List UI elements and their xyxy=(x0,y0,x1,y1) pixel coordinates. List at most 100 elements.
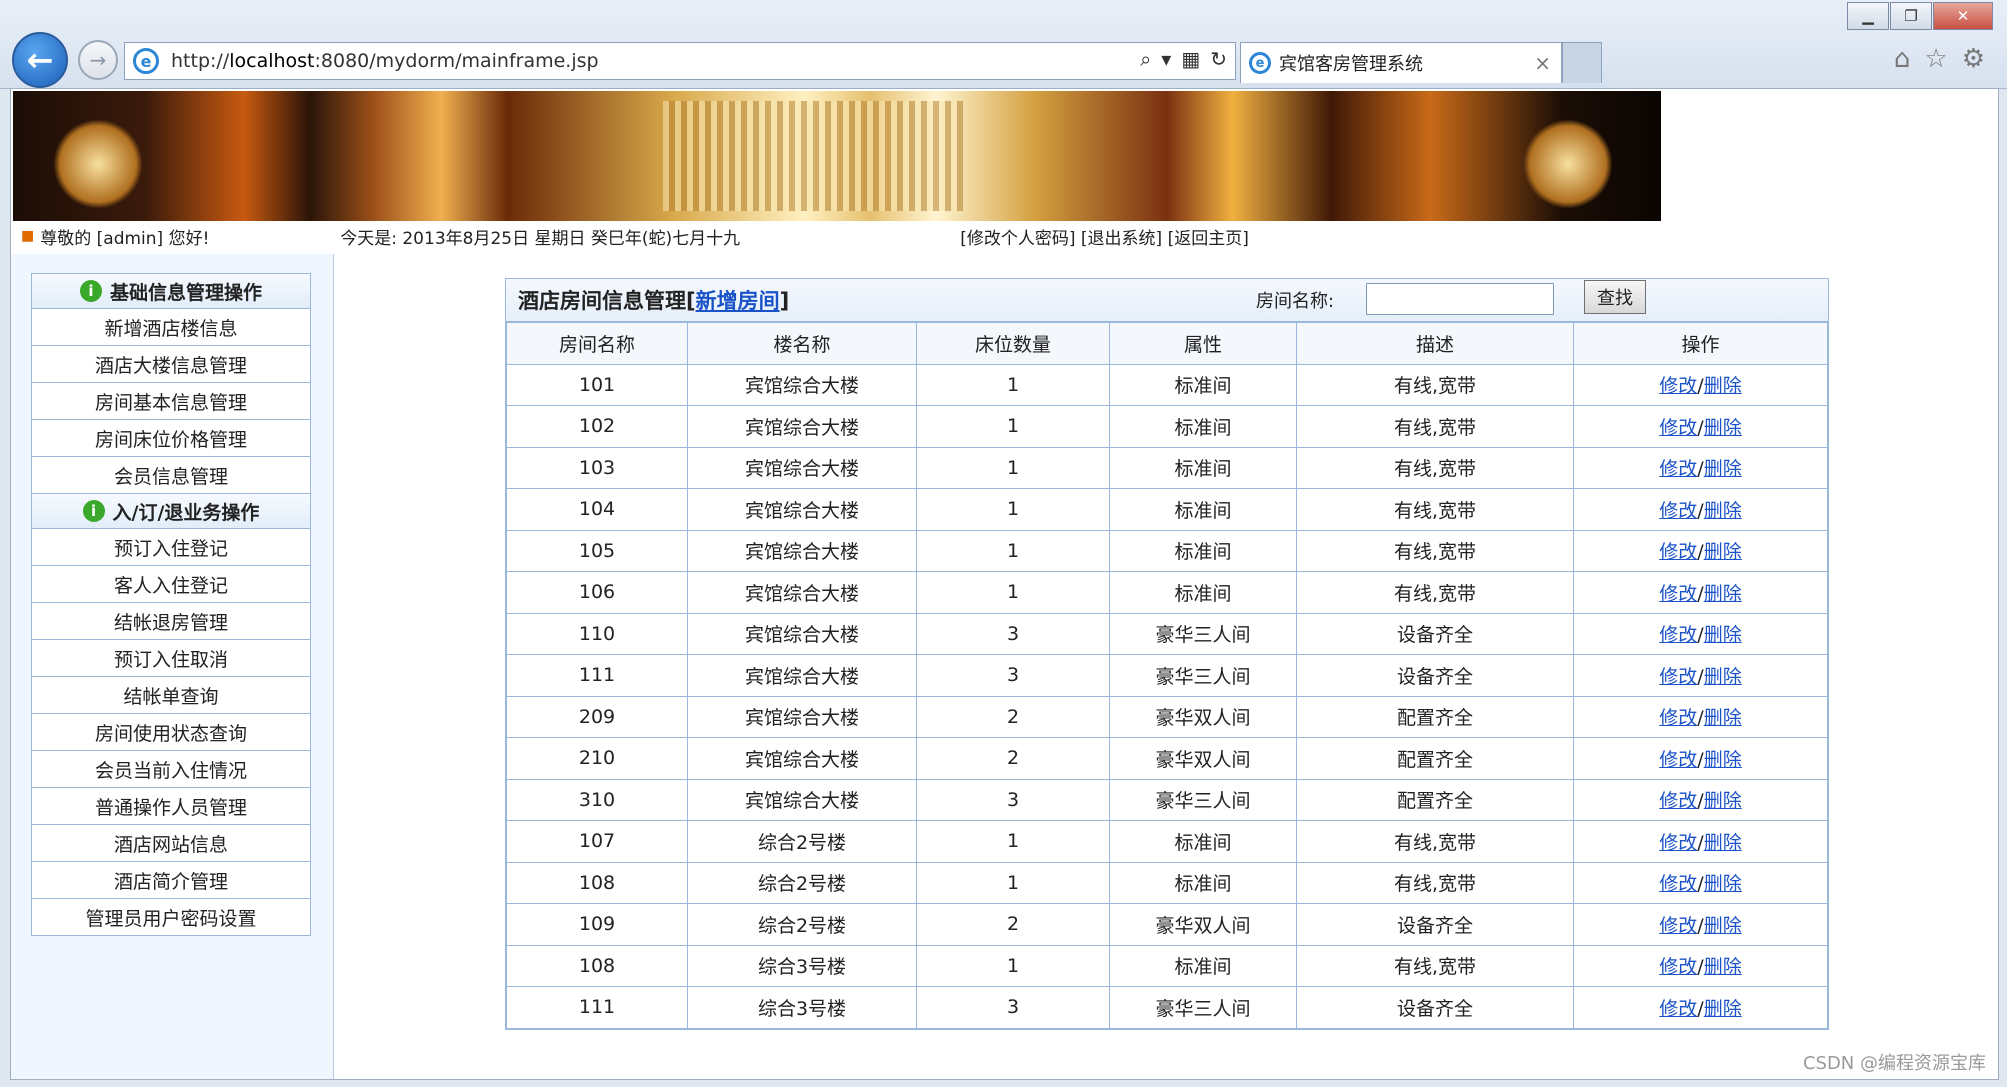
table-cell: 标准间 xyxy=(1109,820,1297,863)
table-cell: 110 xyxy=(506,612,688,655)
delete-link[interactable]: 删除 xyxy=(1704,790,1742,812)
sidebar-item-bed-price[interactable]: 房间床位价格管理 xyxy=(32,420,310,457)
sidebar-item-member[interactable]: 会员信息管理 xyxy=(32,457,310,494)
sidebar-item-checkin[interactable]: 客人入住登记 xyxy=(32,566,310,603)
table-row: 103 宾馆综合大楼 1 标准间 有线,宽带 修改/删除 xyxy=(506,446,1828,489)
maximize-button[interactable]: ❐ xyxy=(1890,2,1932,30)
table-header-row: 房间名称 楼名称 床位数量 属性 描述 操作 xyxy=(506,322,1828,365)
delete-link[interactable]: 删除 xyxy=(1704,956,1742,978)
delete-link[interactable]: 删除 xyxy=(1704,458,1742,480)
gear-icon[interactable]: ⚙ xyxy=(1962,44,1985,74)
actions-cell: 修改/删除 xyxy=(1573,654,1828,697)
favorites-star-icon[interactable]: ☆ xyxy=(1924,44,1947,74)
edit-link[interactable]: 修改 xyxy=(1659,541,1697,563)
refresh-icon[interactable]: ↻ xyxy=(1210,47,1227,71)
table-cell: 有线,宽带 xyxy=(1296,488,1574,531)
table-cell: 109 xyxy=(506,903,688,946)
table-cell: 104 xyxy=(506,488,688,531)
sidebar-item-building-manage[interactable]: 酒店大楼信息管理 xyxy=(32,346,310,383)
edit-link[interactable]: 修改 xyxy=(1659,998,1697,1020)
edit-link[interactable]: 修改 xyxy=(1659,873,1697,895)
delete-link[interactable]: 删除 xyxy=(1704,624,1742,646)
menu-section-business: i 入/订/退业务操作 xyxy=(32,494,310,529)
sidebar-item-member-stay[interactable]: 会员当前入住情况 xyxy=(32,751,310,788)
table-cell: 111 xyxy=(506,986,688,1029)
room-name-search-input[interactable] xyxy=(1366,283,1554,315)
table-cell: 2 xyxy=(916,695,1110,738)
account-links[interactable]: [修改个人密码] [退出系统] [返回主页] xyxy=(960,224,1249,249)
edit-link[interactable]: 修改 xyxy=(1659,583,1697,605)
new-tab-button[interactable] xyxy=(1562,42,1602,83)
edit-link[interactable]: 修改 xyxy=(1659,458,1697,480)
sidebar-item-room-manage[interactable]: 房间基本信息管理 xyxy=(32,383,310,420)
edit-link[interactable]: 修改 xyxy=(1659,666,1697,688)
edit-link[interactable]: 修改 xyxy=(1659,790,1697,812)
sidebar-item-cancel-reserve[interactable]: 预订入住取消 xyxy=(32,640,310,677)
delete-link[interactable]: 删除 xyxy=(1704,417,1742,439)
tab-close-icon[interactable]: × xyxy=(1534,51,1551,75)
add-room-link[interactable]: 新增房间 xyxy=(696,289,780,313)
delete-link[interactable]: 删除 xyxy=(1704,832,1742,854)
delete-link[interactable]: 删除 xyxy=(1704,583,1742,605)
table-cell: 1 xyxy=(916,488,1110,531)
minimize-button[interactable]: ▁ xyxy=(1847,2,1889,30)
actions-cell: 修改/删除 xyxy=(1573,903,1828,946)
edit-link[interactable]: 修改 xyxy=(1659,749,1697,771)
close-window-button[interactable]: ✕ xyxy=(1933,2,1993,30)
delete-link[interactable]: 删除 xyxy=(1704,873,1742,895)
actions-cell: 修改/删除 xyxy=(1573,446,1828,489)
table-cell: 1 xyxy=(916,944,1110,987)
delete-link[interactable]: 删除 xyxy=(1704,998,1742,1020)
page-title: 酒店房间信息管理[新增房间] xyxy=(518,285,789,315)
toolbar-icons: ⌂ ☆ ⚙ xyxy=(1880,44,1985,74)
delete-link[interactable]: 删除 xyxy=(1704,541,1742,563)
delete-link[interactable]: 删除 xyxy=(1704,500,1742,522)
table-row: 104 宾馆综合大楼 1 标准间 有线,宽带 修改/删除 xyxy=(506,488,1828,531)
edit-link[interactable]: 修改 xyxy=(1659,417,1697,439)
table-row: 109 综合2号楼 2 豪华双人间 设备齐全 修改/删除 xyxy=(506,903,1828,946)
tab-main[interactable]: e 宾馆客房管理系统 × xyxy=(1240,42,1562,83)
browser-window: ▁ ❐ ✕ ← → e http://localhost:8080/mydorm… xyxy=(0,0,2007,1087)
delete-link[interactable]: 删除 xyxy=(1704,707,1742,729)
edit-link[interactable]: 修改 xyxy=(1659,956,1697,978)
table-row: 110 宾馆综合大楼 3 豪华三人间 设备齐全 修改/删除 xyxy=(506,612,1828,655)
delete-link[interactable]: 删除 xyxy=(1704,666,1742,688)
table-row: 209 宾馆综合大楼 2 豪华双人间 配置齐全 修改/删除 xyxy=(506,695,1828,738)
home-icon[interactable]: ⌂ xyxy=(1894,44,1911,74)
search-button[interactable]: 查找 xyxy=(1584,280,1646,314)
table-cell: 2 xyxy=(916,737,1110,780)
delete-link[interactable]: 删除 xyxy=(1704,749,1742,771)
edit-link[interactable]: 修改 xyxy=(1659,707,1697,729)
sidebar-item-hotel-intro[interactable]: 酒店简介管理 xyxy=(32,862,310,899)
table-row: 105 宾馆综合大楼 1 标准间 有线,宽带 修改/删除 xyxy=(506,529,1828,572)
address-bar[interactable]: e http://localhost:8080/mydorm/mainframe… xyxy=(124,42,1236,80)
banner-ornament-right xyxy=(1523,119,1613,209)
table-cell: 105 xyxy=(506,529,688,572)
sidebar-item-operators[interactable]: 普通操作人员管理 xyxy=(32,788,310,825)
forward-arrow-icon[interactable]: → xyxy=(78,40,118,80)
sidebar-item-bill-query[interactable]: 结帐单查询 xyxy=(32,677,310,714)
table-cell: 宾馆综合大楼 xyxy=(687,529,917,572)
edit-link[interactable]: 修改 xyxy=(1659,500,1697,522)
sidebar-item-checkout[interactable]: 结帐退房管理 xyxy=(32,603,310,640)
sidebar-item-admin-password[interactable]: 管理员用户密码设置 xyxy=(32,899,310,935)
edit-link[interactable]: 修改 xyxy=(1659,832,1697,854)
bracket-close: ] xyxy=(779,289,790,313)
sidebar-item-new-building[interactable]: 新增酒店楼信息 xyxy=(32,309,310,346)
dropdown-icon[interactable]: ▾ xyxy=(1161,47,1171,71)
table-cell: 1 xyxy=(916,446,1110,489)
edit-link[interactable]: 修改 xyxy=(1659,624,1697,646)
compat-view-icon[interactable]: ▦ xyxy=(1181,47,1200,71)
edit-link[interactable]: 修改 xyxy=(1659,915,1697,937)
edit-link[interactable]: 修改 xyxy=(1659,375,1697,397)
back-arrow-icon[interactable]: ← xyxy=(12,32,68,88)
sidebar-item-website-info[interactable]: 酒店网站信息 xyxy=(32,825,310,862)
sidebar-item-room-status[interactable]: 房间使用状态查询 xyxy=(32,714,310,751)
banner-ornament-left xyxy=(53,119,143,209)
delete-link[interactable]: 删除 xyxy=(1704,375,1742,397)
delete-link[interactable]: 删除 xyxy=(1704,915,1742,937)
url-text[interactable]: http://localhost:8080/mydorm/mainframe.j… xyxy=(171,50,599,72)
search-icon[interactable]: ⌕ xyxy=(1140,47,1151,71)
table-cell: 宾馆综合大楼 xyxy=(687,654,917,697)
sidebar-item-reserve[interactable]: 预订入住登记 xyxy=(32,529,310,566)
